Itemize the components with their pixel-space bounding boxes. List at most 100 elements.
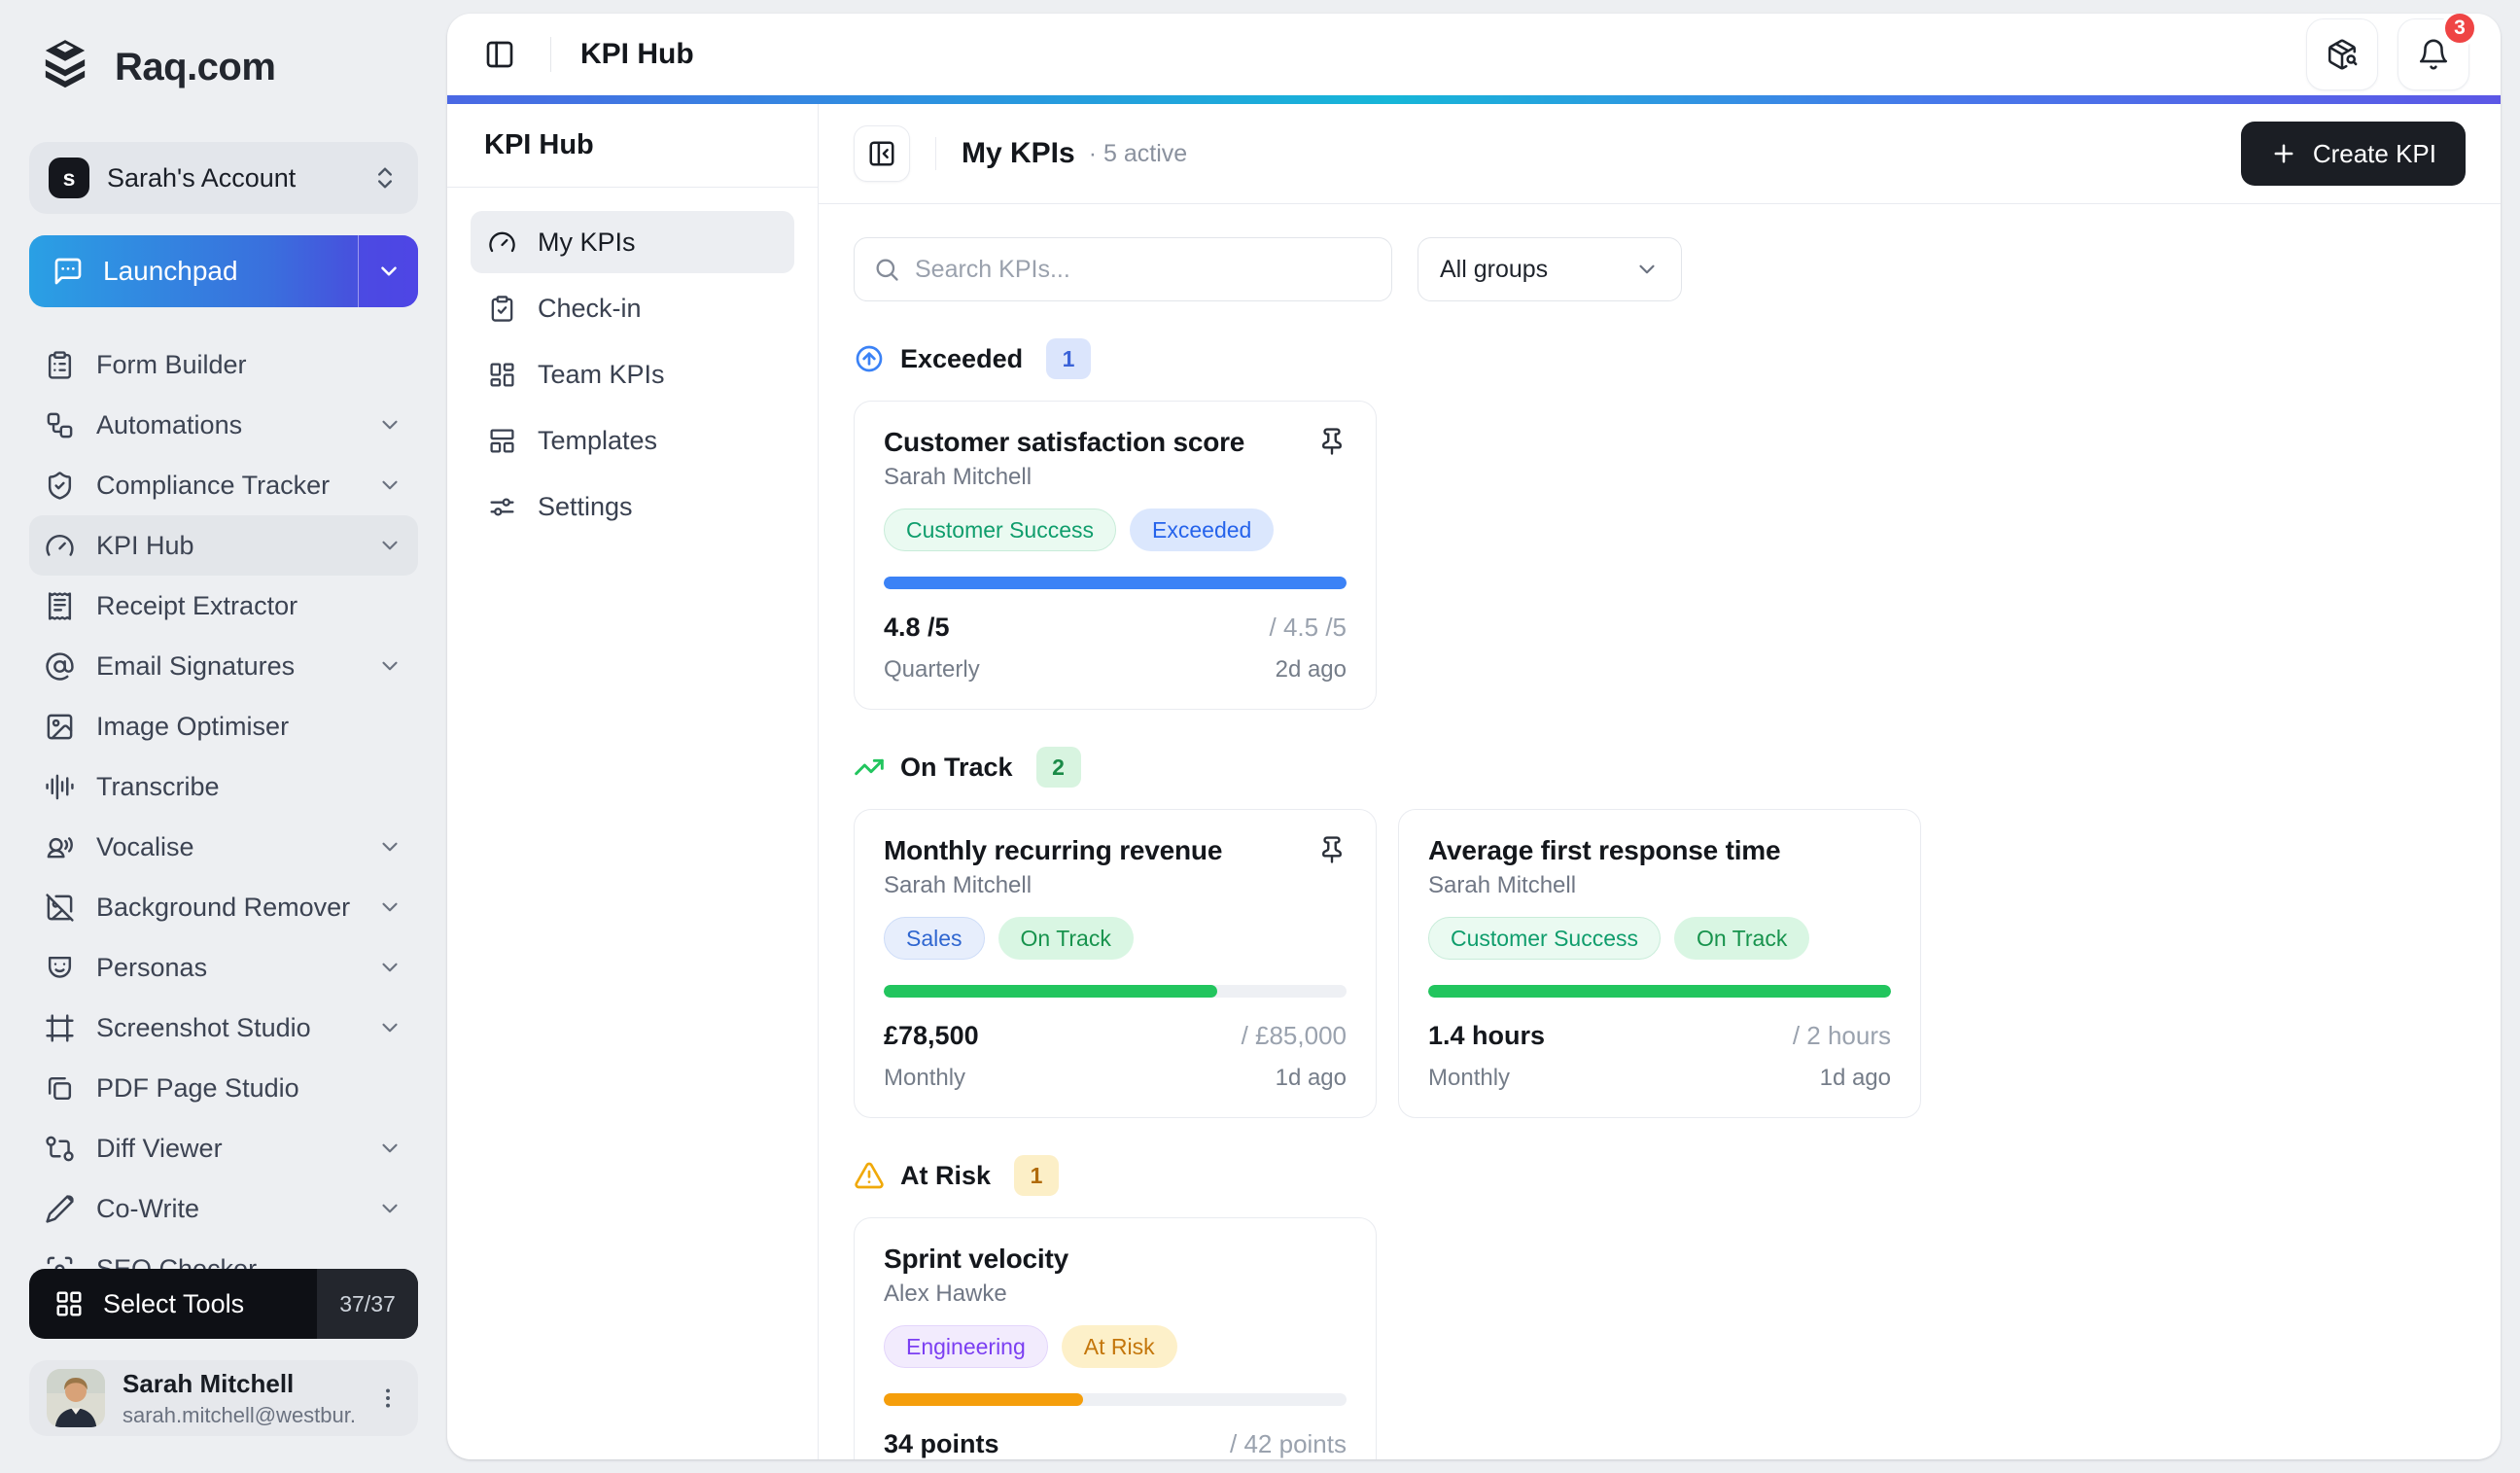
launchpad-main[interactable]: Launchpad — [29, 235, 358, 307]
user-menu[interactable]: Sarah Mitchell sarah.mitchell@westbur... — [29, 1360, 418, 1436]
kpi-card-customer-satisfaction-score[interactable]: Customer satisfaction score Sarah Mitche… — [854, 401, 1377, 710]
search-input[interactable] — [854, 237, 1392, 301]
sidebar-item-compliance-tracker[interactable]: Compliance Tracker — [29, 455, 418, 515]
sidebar-item-receipt-extractor[interactable]: Receipt Extractor — [29, 576, 418, 636]
plus-icon — [2270, 140, 2297, 167]
kpi-updated: 1d ago — [1276, 1065, 1347, 1092]
sidebar-item-form-builder[interactable]: Form Builder — [29, 334, 418, 395]
create-kpi-button[interactable]: Create KPI — [2241, 122, 2466, 186]
launchpad-button[interactable]: Launchpad — [29, 235, 418, 307]
sidebar-item-screenshot-studio[interactable]: Screenshot Studio — [29, 998, 418, 1058]
progress-track — [884, 1393, 1347, 1406]
sidebar-item-co-write[interactable]: Co-Write — [29, 1178, 418, 1239]
tools-menu: Form Builder Automations Compliance Trac… — [29, 334, 418, 1296]
launchpad-label: Launchpad — [103, 256, 238, 287]
module-subnav: KPI Hub My KPIs Check-in Team KPIs Templ… — [447, 104, 819, 1459]
clipboard-list-icon — [45, 350, 75, 380]
kpi-section-exceeded: Exceeded 1 Customer satisfaction score S… — [854, 338, 2466, 710]
pin-icon[interactable] — [1317, 427, 1347, 456]
kpi-cadence: Monthly — [1428, 1065, 1510, 1092]
sidebar-item-background-remover[interactable]: Background Remover — [29, 877, 418, 937]
layout-panel-icon — [488, 427, 516, 455]
sliders-icon — [488, 493, 516, 521]
tool-search-button[interactable] — [2306, 18, 2378, 90]
sidebar-item-kpi-hub[interactable]: KPI Hub — [29, 515, 418, 576]
section-name: At Risk — [900, 1161, 991, 1191]
progress-fill — [884, 577, 1347, 589]
subnav-item-settings[interactable]: Settings — [471, 475, 794, 538]
kpi-updated: 2d ago — [1276, 656, 1347, 684]
workspace-name: Sarah's Account — [107, 163, 354, 193]
user-name: Sarah Mitchell — [122, 1369, 358, 1399]
ellipsis-vertical-icon[interactable] — [375, 1385, 401, 1411]
kpi-title: Monthly recurring revenue — [884, 835, 1306, 866]
progress-fill — [884, 985, 1217, 998]
mask-icon — [45, 953, 75, 983]
chevron-down-icon — [377, 894, 402, 920]
progress-fill — [884, 1393, 1083, 1406]
sidebar-item-diff-viewer[interactable]: Diff Viewer — [29, 1118, 418, 1178]
gauge-icon — [488, 228, 516, 257]
triangle-alert-icon — [854, 1160, 885, 1191]
sidebar-item-pdf-page-studio[interactable]: PDF Page Studio — [29, 1058, 418, 1118]
sidebar-item-image-optimiser[interactable]: Image Optimiser — [29, 696, 418, 756]
group-filter-select[interactable]: All groups — [1418, 237, 1682, 301]
sidebar-item-automations[interactable]: Automations — [29, 395, 418, 455]
subnav-item-team-kpis[interactable]: Team KPIs — [471, 343, 794, 405]
subnav-item-check-in[interactable]: Check-in — [471, 277, 794, 339]
section-count-badge: 2 — [1036, 747, 1081, 788]
grid-icon — [54, 1289, 84, 1318]
kpi-card-average-first-response-time[interactable]: Average first response time Sarah Mitche… — [1398, 809, 1921, 1118]
kpi-section-at-risk: At Risk 1 Sprint velocity Alex Hawke Eng… — [854, 1155, 2466, 1459]
divider — [550, 37, 551, 72]
chevron-down-icon — [377, 1015, 402, 1040]
speech-icon — [45, 832, 75, 862]
subnav-collapse-button[interactable] — [854, 125, 910, 182]
kpi-owner: Sarah Mitchell — [884, 872, 1347, 899]
workflow-icon — [45, 410, 75, 440]
kpi-target-value: / £85,000 — [1242, 1021, 1347, 1051]
sidebar-item-email-signatures[interactable]: Email Signatures — [29, 636, 418, 696]
kpi-target-value: / 42 points — [1230, 1429, 1347, 1459]
chevron-down-icon — [377, 533, 402, 558]
launchpad-expand-button[interactable] — [358, 235, 418, 307]
section-header: At Risk 1 — [854, 1155, 2466, 1196]
workspace-avatar: s — [49, 158, 89, 198]
git-compare-icon — [45, 1134, 75, 1164]
notification-count-badge: 3 — [2441, 14, 2478, 47]
select-tools-button[interactable]: Select Tools 37/37 — [29, 1269, 418, 1339]
brand-name: Raq.com — [115, 46, 275, 89]
chevrons-up-down-icon — [371, 164, 399, 192]
subnav-item-templates[interactable]: Templates — [471, 409, 794, 472]
tag-on-track: On Track — [998, 917, 1134, 960]
tag-sales: Sales — [884, 917, 985, 960]
gauge-icon — [45, 531, 75, 561]
sidebar-item-transcribe[interactable]: Transcribe — [29, 756, 418, 817]
notifications-button[interactable]: 3 — [2398, 18, 2469, 90]
workspace-switcher[interactable]: s Sarah's Account — [29, 142, 418, 214]
kpi-cadence: Quarterly — [884, 656, 980, 684]
kpi-card-monthly-recurring-revenue[interactable]: Monthly recurring revenue Sarah Mitchell… — [854, 809, 1377, 1118]
chevron-down-icon — [377, 1196, 402, 1221]
sidebar-toggle-button[interactable] — [478, 33, 521, 76]
avatar — [47, 1369, 105, 1427]
kpi-card-sprint-velocity[interactable]: Sprint velocity Alex Hawke EngineeringAt… — [854, 1217, 1377, 1459]
section-name: Exceeded — [900, 344, 1023, 374]
at-sign-icon — [45, 651, 75, 682]
main-content: My KPIs · 5 active Create KPI — [819, 104, 2501, 1459]
kpi-current-value: 34 points — [884, 1429, 999, 1459]
section-header: Exceeded 1 — [854, 338, 2466, 379]
tag-exceeded: Exceeded — [1130, 509, 1274, 551]
brand-logo-icon — [35, 37, 95, 97]
package-search-icon — [2326, 38, 2359, 71]
pages-icon — [45, 1073, 75, 1104]
chevron-down-icon — [377, 653, 402, 679]
sidebar-item-personas[interactable]: Personas — [29, 937, 418, 998]
section-count-badge: 1 — [1014, 1155, 1059, 1196]
pin-icon[interactable] — [1317, 835, 1347, 864]
subnav-item-my-kpis[interactable]: My KPIs — [471, 211, 794, 273]
kpi-title: Average first response time — [1428, 835, 1891, 866]
sidebar-item-vocalise[interactable]: Vocalise — [29, 817, 418, 877]
image-icon — [45, 712, 75, 742]
kpi-target-value: / 2 hours — [1793, 1021, 1891, 1051]
